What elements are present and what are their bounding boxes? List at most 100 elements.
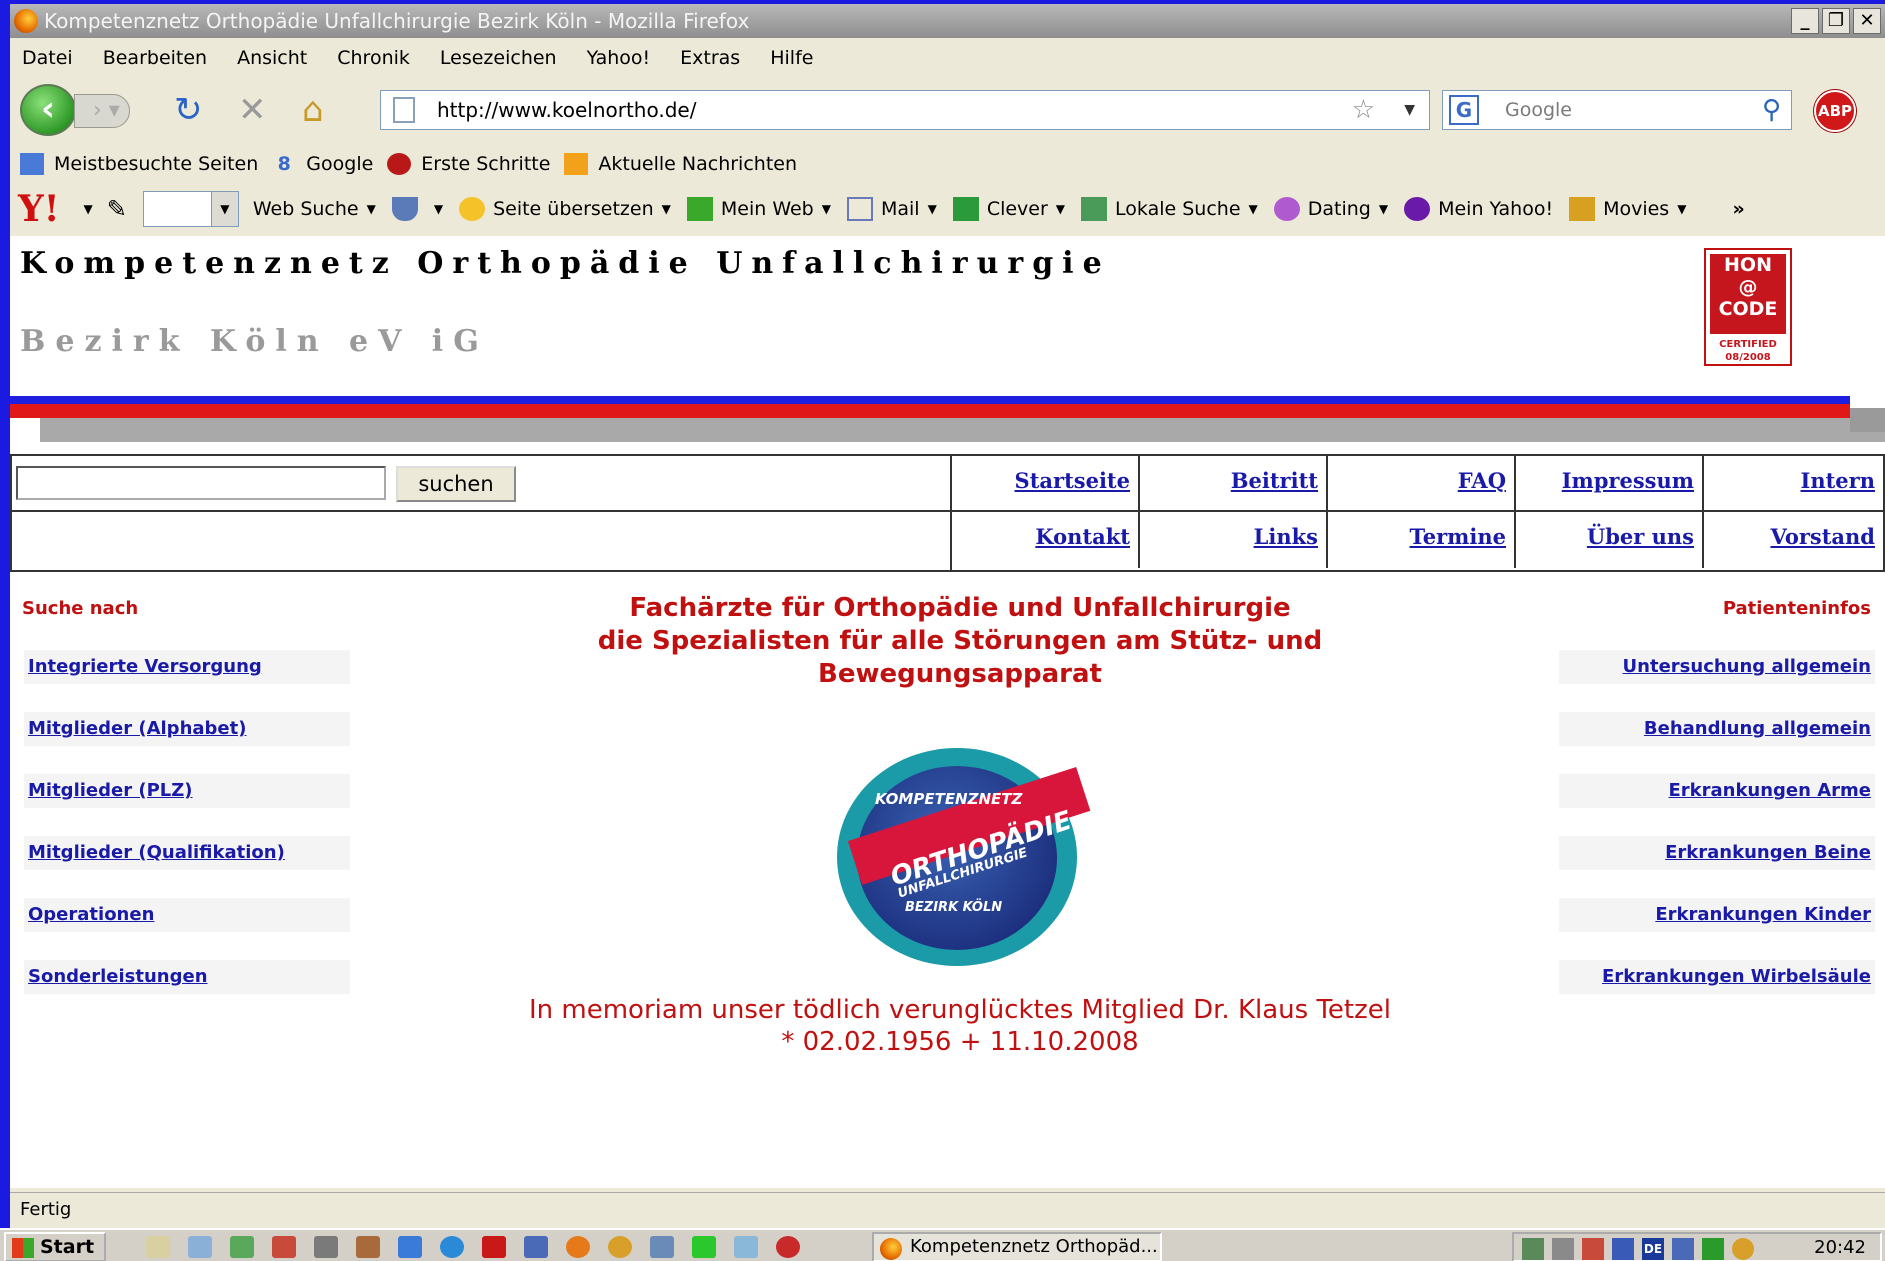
shield-icon[interactable]: ▼ (391, 186, 443, 232)
link-sonderleistungen[interactable]: Sonderleistungen (24, 960, 350, 994)
nav-impressum[interactable]: Impressum (1516, 456, 1704, 512)
menu-hilfe[interactable]: Hilfe (770, 42, 813, 74)
menu-datei[interactable]: Datei (22, 42, 73, 74)
yahoo-menu-dropdown[interactable]: ▼ (84, 186, 93, 232)
bookmark-nachrichten[interactable]: Aktuelle Nachrichten (564, 146, 797, 182)
quicklaunch-green-icon[interactable] (692, 1236, 716, 1258)
link-integrierte-versorgung[interactable]: Integrierte Versorgung (24, 650, 350, 684)
nav-startseite[interactable]: Startseite (952, 456, 1140, 512)
quicklaunch-firefox-icon[interactable] (566, 1236, 590, 1258)
tray-volume-icon[interactable] (1552, 1238, 1574, 1260)
nav-faq[interactable]: FAQ (1328, 456, 1516, 512)
url-bar[interactable]: http://www.koelnortho.de/ ☆ ▼ (380, 90, 1430, 130)
quicklaunch-outlook-icon[interactable] (398, 1236, 422, 1258)
bookmark-erste-schritte[interactable]: Erste Schritte (387, 146, 550, 182)
nav-links[interactable]: Links (1140, 512, 1328, 568)
site-navigation-table: suchen Startseite Beitritt FAQ Impressum… (10, 454, 1885, 572)
link-erkrankungen-wirbelsaeule[interactable]: Erkrankungen Wirbelsäule (1559, 960, 1875, 994)
quicklaunch-app-icon[interactable] (230, 1236, 254, 1258)
nav-vorstand[interactable]: Vorstand (1704, 512, 1883, 568)
local-search-icon (1081, 197, 1108, 221)
nav-ueber-uns[interactable]: Über uns (1516, 512, 1704, 568)
url-dropdown-icon[interactable]: ▼ (1404, 91, 1415, 129)
quicklaunch-tool-icon[interactable] (314, 1236, 338, 1258)
toolbar-overflow-chevron[interactable]: » (1732, 186, 1744, 232)
menu-ansicht[interactable]: Ansicht (237, 42, 307, 74)
firefox-bookmark-icon (387, 153, 412, 175)
yahoo-search-combo[interactable] (142, 191, 239, 227)
nav-kontakt[interactable]: Kontakt (952, 512, 1140, 568)
link-erkrankungen-arme[interactable]: Erkrankungen Arme (1559, 774, 1875, 808)
nav-beitritt[interactable]: Beitritt (1140, 456, 1328, 512)
taskbar-firefox-window[interactable]: Kompetenznetz Orthopäd... (872, 1232, 1162, 1261)
search-bar[interactable]: G Google ⚲ (1442, 90, 1792, 130)
tray-shield-icon[interactable] (1612, 1238, 1634, 1260)
menu-extras[interactable]: Extras (680, 42, 740, 74)
yahoo-movies[interactable]: Movies ▼ (1569, 186, 1686, 232)
tray-language-icon[interactable]: DE (1642, 1238, 1664, 1260)
tray-device-icon[interactable] (1672, 1238, 1694, 1260)
quicklaunch-search-icon[interactable] (188, 1236, 212, 1258)
restore-button[interactable]: ❐ (1822, 8, 1850, 34)
link-mitglieder-qualifikation[interactable]: Mitglieder (Qualifikation) (24, 836, 350, 870)
quicklaunch-pdf-icon[interactable] (482, 1236, 506, 1258)
quicklaunch-network-icon[interactable] (650, 1236, 674, 1258)
adblock-icon[interactable]: ABP (1814, 90, 1856, 132)
tray-chart-icon[interactable] (1702, 1238, 1724, 1260)
quicklaunch-mail-icon[interactable] (272, 1236, 296, 1258)
quicklaunch-globe-icon[interactable] (734, 1236, 758, 1258)
close-button[interactable]: ✕ (1853, 8, 1881, 34)
tray-security-icon[interactable] (1582, 1238, 1604, 1260)
link-mitglieder-alphabet[interactable]: Mitglieder (Alphabet) (24, 712, 350, 746)
tray-update-icon[interactable] (1732, 1238, 1754, 1260)
yahoo-clever[interactable]: Clever ▼ (952, 186, 1065, 232)
link-mitglieder-plz[interactable]: Mitglieder (PLZ) (24, 774, 350, 808)
yahoo-lokale-suche[interactable]: Lokale Suche ▼ (1081, 186, 1258, 232)
menu-chronik[interactable]: Chronik (337, 42, 410, 74)
yahoo-mail[interactable]: Mail ▼ (846, 186, 937, 232)
quicklaunch-media-icon[interactable] (608, 1236, 632, 1258)
yahoo-dating[interactable]: Dating ▼ (1273, 186, 1388, 232)
quicklaunch-desktop-icon[interactable] (146, 1236, 170, 1258)
nav-termine[interactable]: Termine (1328, 512, 1516, 568)
hon-code-badge[interactable]: HON @ CODE CERTIFIED 08/2008 (1704, 248, 1792, 366)
link-erkrankungen-beine[interactable]: Erkrankungen Beine (1559, 836, 1875, 870)
site-search-input[interactable] (16, 466, 386, 500)
link-behandlung-allgemein[interactable]: Behandlung allgemein (1559, 712, 1875, 746)
menu-yahoo[interactable]: Yahoo! (587, 42, 651, 74)
quicklaunch-ie-icon[interactable] (440, 1236, 464, 1258)
link-erkrankungen-kinder[interactable]: Erkrankungen Kinder (1559, 898, 1875, 932)
bookmarks-toolbar: Meistbesuchte Seiten 8 Google Erste Schr… (10, 146, 1885, 182)
quicklaunch-acrobat-icon[interactable] (776, 1236, 800, 1258)
start-button[interactable]: Start (4, 1232, 106, 1261)
bookmark-star-icon[interactable]: ☆ (1352, 91, 1375, 129)
back-button[interactable]: ‹ (20, 84, 76, 136)
stop-icon[interactable]: ✕ (238, 88, 267, 132)
reload-icon[interactable]: ↻ (174, 88, 203, 132)
menu-lesezeichen[interactable]: Lesezeichen (440, 42, 557, 74)
search-icon[interactable]: ⚲ (1762, 91, 1781, 129)
search-button[interactable]: suchen (396, 466, 516, 502)
pencil-icon[interactable]: ✎ (107, 186, 127, 232)
yahoo-logo[interactable]: Y! (18, 186, 60, 232)
translate-icon (459, 197, 486, 221)
tray-network-icon[interactable] (1522, 1238, 1544, 1260)
quicklaunch-game-icon[interactable] (356, 1236, 380, 1258)
bookmark-meistbesuchte[interactable]: Meistbesuchte Seiten (20, 146, 258, 182)
forward-button[interactable]: › ▾ (74, 94, 130, 128)
site-title: Kompetenznetz Orthopädie Unfallchirurgie (20, 246, 1111, 281)
minimize-button[interactable]: _ (1791, 8, 1819, 34)
yahoo-mein-web[interactable]: Mein Web ▼ (686, 186, 831, 232)
link-operationen[interactable]: Operationen (24, 898, 350, 932)
status-text: Fertig (20, 1199, 72, 1220)
quicklaunch-explorer-icon[interactable] (524, 1236, 548, 1258)
yahoo-mein-yahoo[interactable]: Mein Yahoo! (1404, 186, 1553, 232)
link-untersuchung-allgemein[interactable]: Untersuchung allgemein (1559, 650, 1875, 684)
google-engine-icon[interactable]: G (1449, 95, 1479, 125)
home-icon[interactable]: ⌂ (302, 88, 324, 132)
bookmark-google[interactable]: 8 Google (272, 146, 374, 182)
yahoo-web-suche[interactable]: Web Suche ▼ (253, 186, 376, 232)
nav-intern[interactable]: Intern (1704, 456, 1883, 512)
yahoo-translate[interactable]: Seite übersetzen ▼ (459, 186, 671, 232)
menu-bearbeiten[interactable]: Bearbeiten (103, 42, 207, 74)
